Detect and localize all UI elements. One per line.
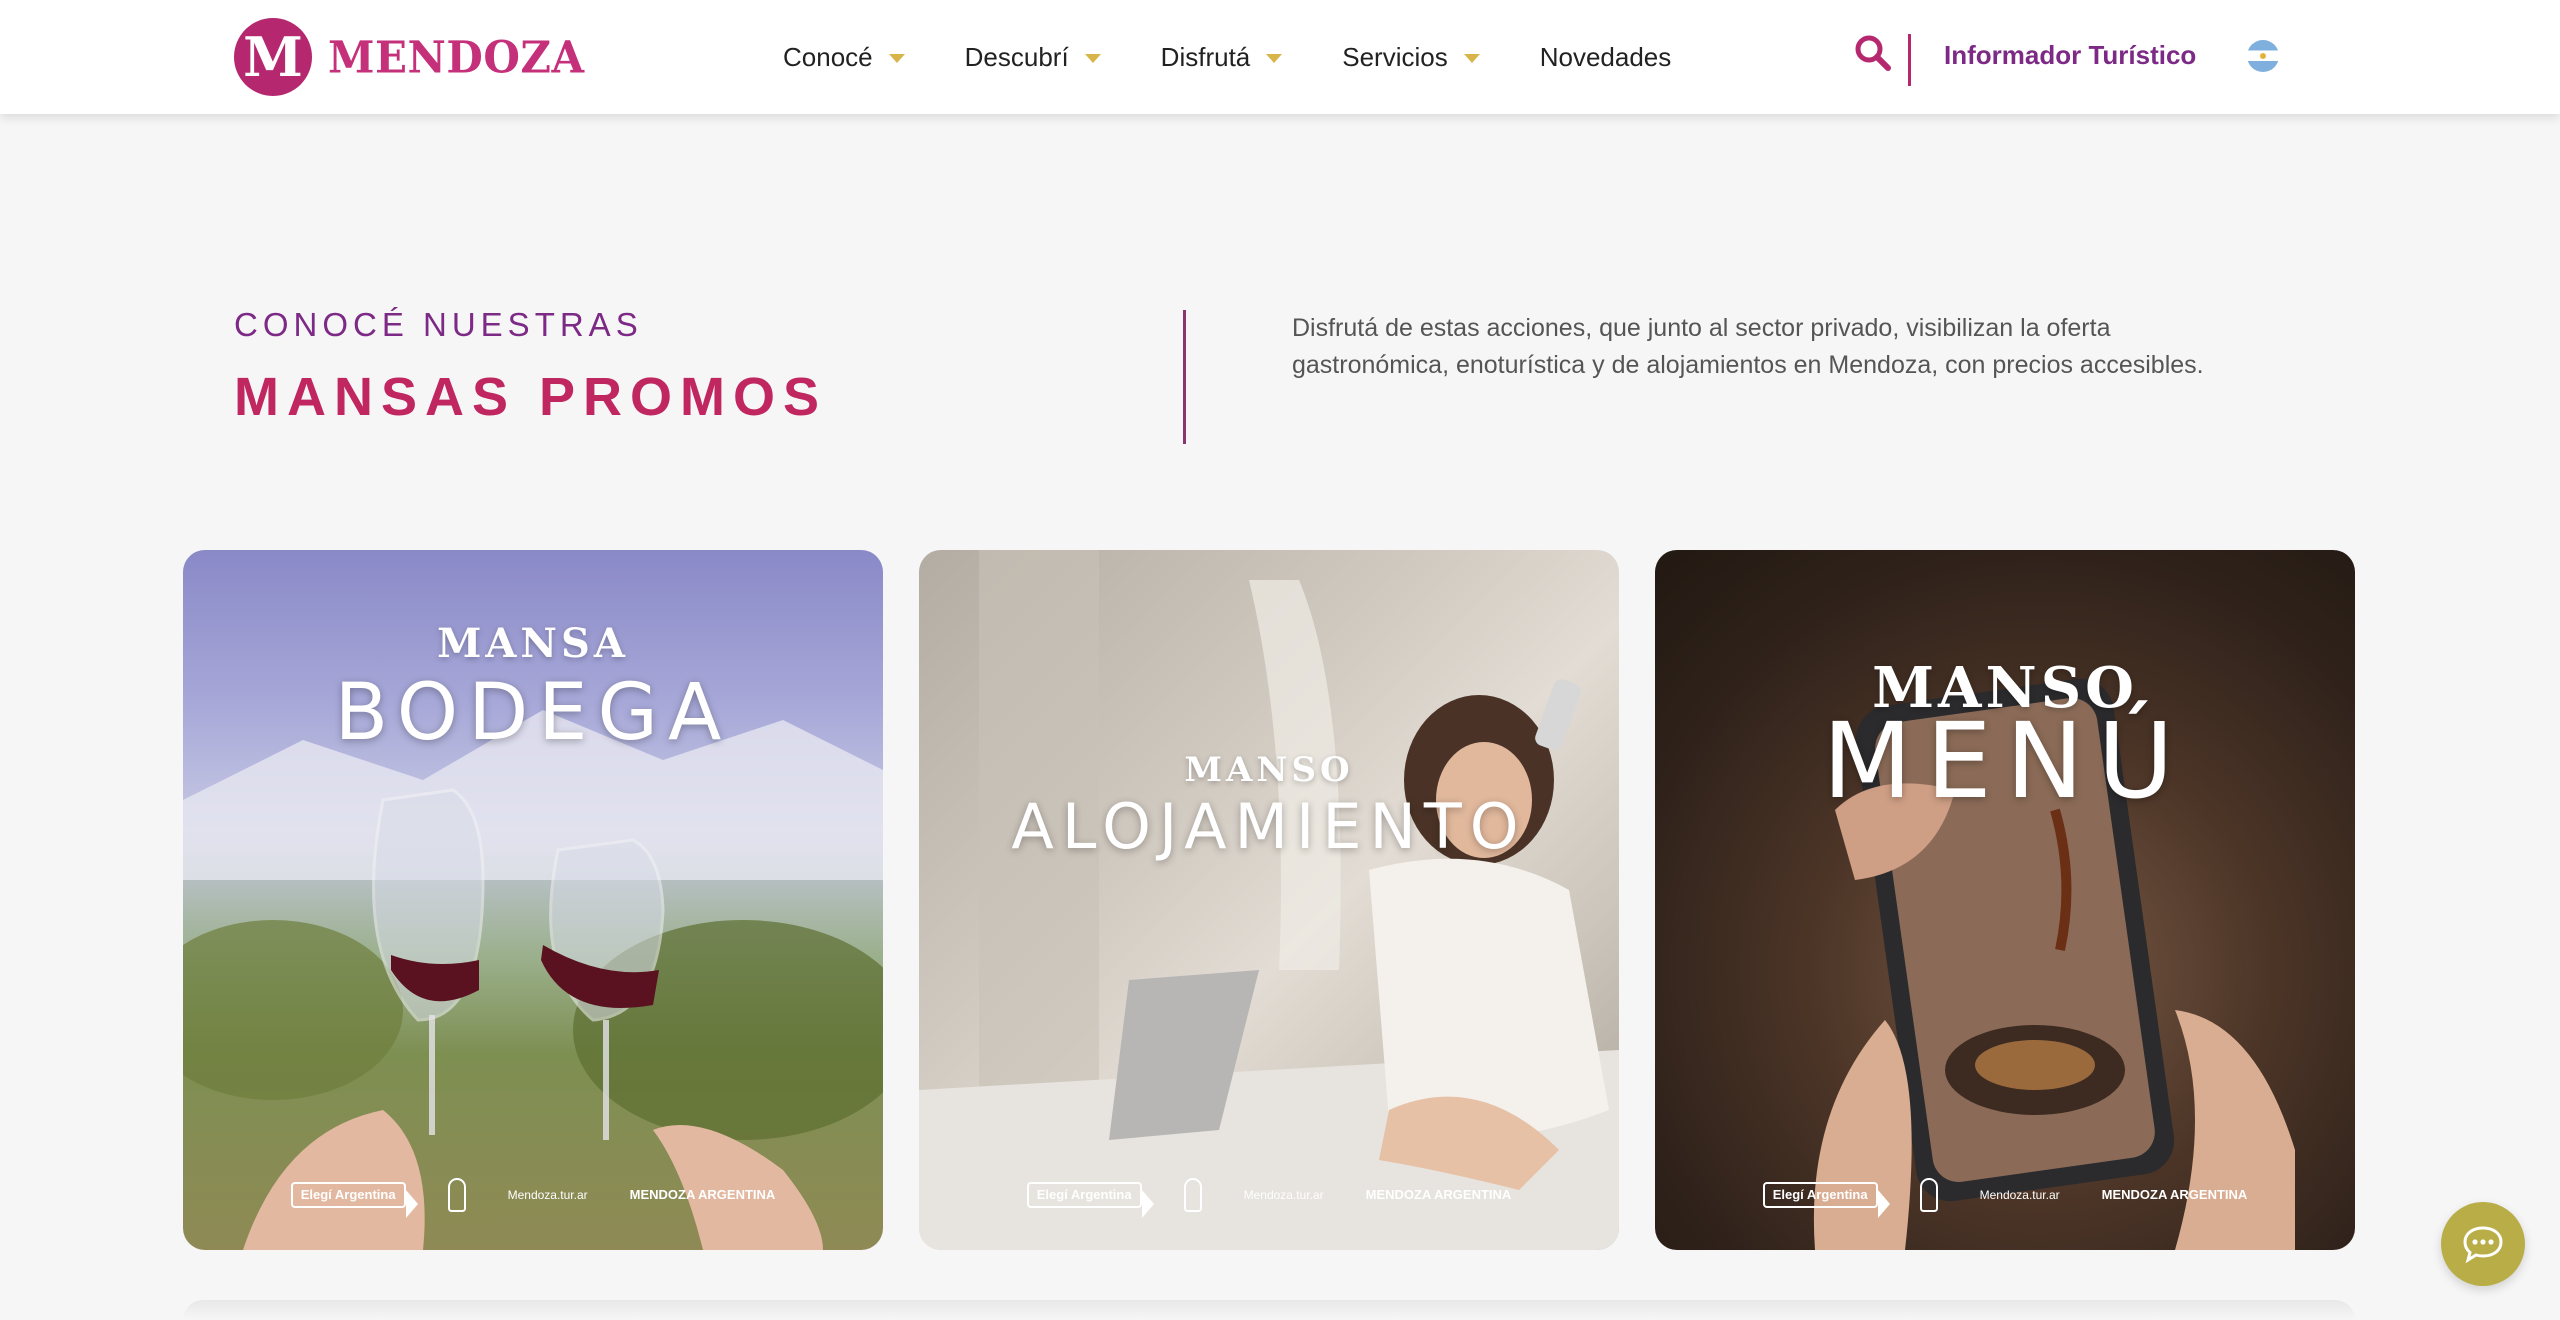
promo-card-mansa-bodega[interactable]: MANSA BODEGA Elegí Argentina Mendoza.tur… <box>183 550 883 1250</box>
elegi-argentina-badge: Elegí Argentina <box>290 1182 418 1218</box>
mendoza-logo[interactable]: M MENDOZA <box>234 18 585 96</box>
chevron-down-icon <box>888 54 905 63</box>
site-url: Mendoza.tur.ar <box>507 1188 588 1202</box>
section-divider <box>1183 310 1186 444</box>
chat-bubble-icon <box>2463 1226 2503 1264</box>
government-logo: MENDOZA ARGENTINA <box>2101 1187 2248 1202</box>
chevron-down-icon <box>1266 54 1283 63</box>
nav-item-label: Descubrí <box>964 41 1069 72</box>
card-footer-logos: Elegí Argentina Mendoza.tur.ar MENDOZA A… <box>919 1178 1619 1218</box>
site-url: Mendoza.tur.ar <box>1243 1188 1324 1202</box>
nav-item-label: Novedades <box>1539 41 1672 72</box>
card-title-big: BODEGA <box>334 668 732 758</box>
nav-item-disfruta[interactable]: Disfrutá <box>1161 42 1283 73</box>
nav-item-conoce[interactable]: Conocé <box>783 42 905 73</box>
section-title: MANSAS PROMOS <box>234 367 828 427</box>
chevron-down-icon <box>1084 54 1101 63</box>
elegi-argentina-badge: Elegí Argentina <box>1762 1182 1890 1218</box>
nav-item-label: Disfrutá <box>1160 41 1251 72</box>
card-title-small: MANSO <box>1184 750 1354 790</box>
wine-glass-logo-icon <box>447 1178 466 1212</box>
search-button[interactable] <box>1852 32 1894 74</box>
nav-item-descubri[interactable]: Descubrí <box>965 42 1101 73</box>
card-title-big: MENÚ <box>1822 700 2188 822</box>
promo-card-manso-alojamiento[interactable]: MANSO ALOJAMIENTO Elegí Argentina Mendoz… <box>919 550 1619 1250</box>
nav-item-label: Conocé <box>783 41 873 72</box>
nav-item-servicios[interactable]: Servicios <box>1342 41 1480 73</box>
wine-glass-logo-icon <box>1919 1178 1938 1212</box>
promo-card-manso-menu[interactable]: MANSO MENÚ Elegí Argentina Mendoza.tur.a… <box>1655 550 2355 1250</box>
argentina-flag-icon[interactable] <box>2247 40 2279 72</box>
main-nav: Conocé Descubrí Disfrutá Servicios Noved… <box>783 0 1671 114</box>
chat-button[interactable] <box>2441 1202 2525 1286</box>
logo-text: MENDOZA <box>328 31 585 83</box>
nav-item-label: Servicios <box>1342 41 1448 72</box>
section-description: Disfrutá de estas acciones, que junto al… <box>1292 314 2204 379</box>
next-section-edge <box>183 1300 2355 1320</box>
card-footer-logos: Elegí Argentina Mendoza.tur.ar MENDOZA A… <box>1655 1178 2355 1218</box>
search-icon <box>1855 35 1891 71</box>
woman-on-bed-illustration <box>919 550 1619 1250</box>
header-divider <box>1908 34 1911 86</box>
government-logo: MENDOZA ARGENTINA <box>1365 1187 1512 1202</box>
elegi-argentina-badge: Elegí Argentina <box>1026 1182 1154 1218</box>
informador-turistico-link[interactable]: Informador Turístico <box>1944 40 2196 71</box>
card-footer-logos: Elegí Argentina Mendoza.tur.ar MENDOZA A… <box>183 1178 883 1218</box>
wine-glass-logo-icon <box>1183 1178 1202 1212</box>
card-title-big: ALOJAMIENTO <box>1011 790 1527 863</box>
chevron-down-icon <box>1463 54 1480 63</box>
card-title-small: MANSA <box>437 620 629 667</box>
logo-mark: M <box>234 18 312 96</box>
government-logo: MENDOZA ARGENTINA <box>629 1187 776 1202</box>
site-header: M MENDOZA Conocé Descubrí Disfrutá Servi… <box>0 0 2560 114</box>
section-kicker: CONOCÉ NUESTRAS <box>234 306 643 343</box>
nav-item-novedades[interactable]: Novedades <box>1540 42 1672 73</box>
site-url: Mendoza.tur.ar <box>1979 1188 2060 1202</box>
